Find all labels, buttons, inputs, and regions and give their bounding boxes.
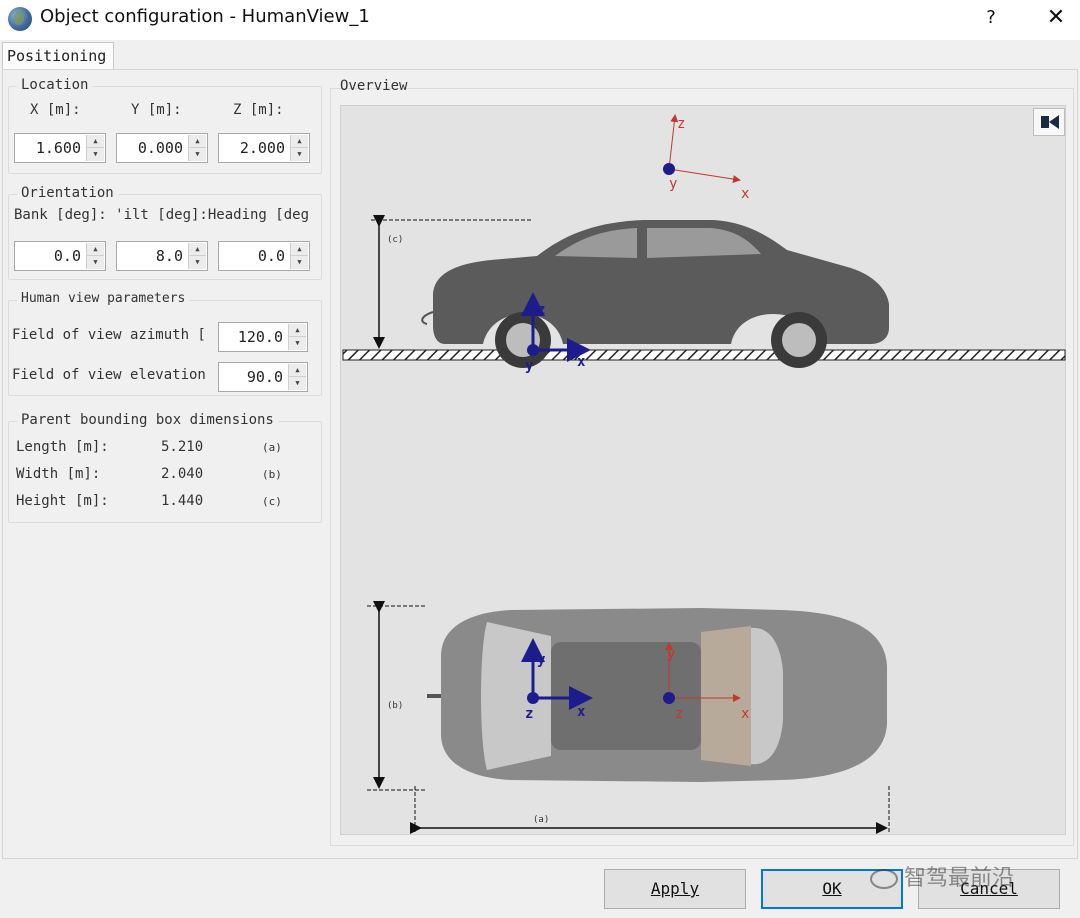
tilt-spin-buttons: ▲ ▼ [188,243,206,269]
bbox-title: Parent bounding box dimensions [17,412,278,428]
y-label: Y [m]: [131,102,182,118]
location-title: Location [17,77,93,93]
y-increment-icon[interactable]: ▲ [189,135,206,148]
bank-spin-buttons: ▲ ▼ [86,243,104,269]
overview-canvas[interactable]: (c) z x y z x y (b) (a) y x z y x z [340,105,1066,835]
help-button[interactable]: ? [980,4,1002,32]
length-label: Length [m]: [16,439,109,455]
tilt-decrement-icon[interactable]: ▼ [189,256,206,269]
dimension-a: (a) [410,786,890,834]
wechat-icon [870,869,898,889]
side-sensor-x-label: x [741,186,749,202]
heading-decrement-icon[interactable]: ▼ [291,256,308,269]
dimension-b: (b) [367,601,425,791]
azimuth-decrement-icon[interactable]: ▼ [289,337,306,350]
side-parent-z-label: z [537,302,545,318]
top-parent-y-label: y [537,652,546,668]
heading-increment-icon[interactable]: ▲ [291,243,308,256]
y-input[interactable]: 0.000 ▲ ▼ [116,133,208,163]
azimuth-label: Field of view azimuth [ [12,327,206,343]
z-input[interactable]: 2.000 ▲ ▼ [218,133,310,163]
elevation-input[interactable]: 90.0 ▲ ▼ [218,362,308,392]
bank-increment-icon[interactable]: ▲ [87,243,104,256]
tab-positioning[interactable]: Positioning [2,42,114,70]
x-input[interactable]: 1.600 ▲ ▼ [14,133,106,163]
z-value: 2.000 [239,139,285,157]
y-value: 0.000 [137,139,183,157]
y-spin-buttons: ▲ ▼ [188,135,206,161]
side-view-sensor-axis: z x y [663,114,749,202]
z-increment-icon[interactable]: ▲ [291,135,308,148]
x-spin-buttons: ▲ ▼ [86,135,104,161]
length-tag: (a) [262,441,282,454]
height-label: Height [m]: [16,493,109,509]
z-spin-buttons: ▲ ▼ [290,135,308,161]
camera-toggle-icon [1041,115,1059,129]
azimuth-value: 120.0 [237,328,283,346]
y-decrement-icon[interactable]: ▼ [189,148,206,161]
elevation-increment-icon[interactable]: ▲ [289,364,306,377]
azimuth-spin-buttons: ▲ ▼ [288,324,306,350]
heading-input[interactable]: 0.0 ▲ ▼ [218,241,310,271]
side-view-car [421,220,889,368]
z-decrement-icon[interactable]: ▼ [291,148,308,161]
elevation-label: Field of view elevation [12,367,206,383]
tilt-value: 8.0 [155,247,183,265]
close-button[interactable]: ✕ [1042,4,1070,32]
watermark: 智驾最前沿 [870,860,1014,892]
top-view-car [427,608,887,782]
bank-decrement-icon[interactable]: ▼ [87,256,104,269]
x-increment-icon[interactable]: ▲ [87,135,104,148]
top-sensor-y-label: y [667,646,675,662]
apply-button[interactable]: Apply [604,869,746,909]
human-view-title: Human view parameters [17,291,190,306]
ground-plane [342,349,1066,361]
side-parent-x-label: x [577,354,586,370]
bank-input[interactable]: 0.0 ▲ ▼ [14,241,106,271]
top-sensor-x-label: x [741,706,749,722]
tilt-increment-icon[interactable]: ▲ [189,243,206,256]
x-decrement-icon[interactable]: ▼ [87,148,104,161]
overview-title: Overview [340,78,408,94]
side-sensor-z-label: z [677,116,685,132]
elevation-spin-buttons: ▲ ▼ [288,364,306,390]
side-sensor-y-label: y [669,176,677,192]
window-title: Object configuration - HumanView_1 [40,6,370,27]
azimuth-increment-icon[interactable]: ▲ [289,324,306,337]
z-label: Z [m]: [233,102,284,118]
top-parent-x-label: x [577,704,586,720]
orientation-labels: Bank [deg]: 'ilt [deg]:Heading [deg [14,207,310,223]
x-value: 1.600 [35,139,81,157]
app-globe-icon [8,7,32,31]
width-label: Width [m]: [16,466,101,482]
dimension-b-label: (b) [387,701,403,711]
elevation-value: 90.0 [246,368,283,386]
dimension-c-label: (c) [387,235,403,245]
side-parent-y-label: y [525,358,534,374]
bank-value: 0.0 [53,247,81,265]
top-parent-z-label: z [525,706,533,722]
top-sensor-z-label: z [675,706,683,722]
elevation-decrement-icon[interactable]: ▼ [289,377,306,390]
dimension-a-label: (a) [533,815,549,825]
width-value: 2.040 [161,466,204,482]
heading-value: 0.0 [257,247,285,265]
tilt-input[interactable]: 8.0 ▲ ▼ [116,241,208,271]
watermark-text: 智驾最前沿 [904,866,1015,891]
orientation-title: Orientation [17,185,118,201]
height-value: 1.440 [161,493,204,509]
length-value: 5.210 [161,439,204,455]
heading-spin-buttons: ▲ ▼ [290,243,308,269]
x-label: X [m]: [30,102,81,118]
camera-toggle-button[interactable] [1033,108,1065,136]
height-tag: (c) [262,495,282,508]
width-tag: (b) [262,468,282,481]
azimuth-input[interactable]: 120.0 ▲ ▼ [218,322,308,352]
title-bar: Object configuration - HumanView_1 ? ✕ [0,0,1080,40]
